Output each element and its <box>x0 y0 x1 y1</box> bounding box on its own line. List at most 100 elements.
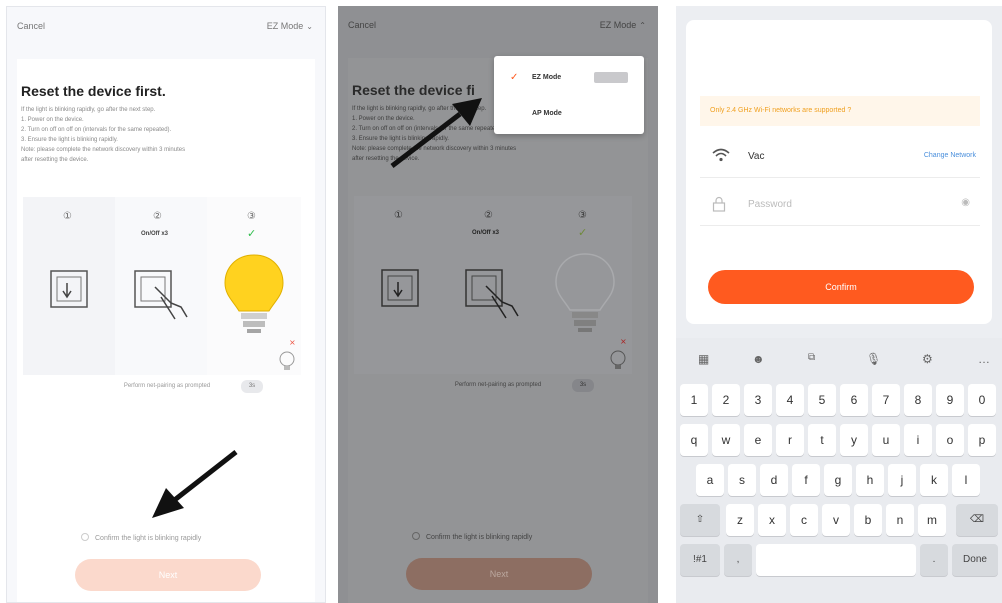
eye-icon[interactable]: ◉ <box>961 197 970 208</box>
more-icon[interactable]: … <box>978 352 990 366</box>
letter-key[interactable]: e <box>744 424 772 456</box>
cancel-button[interactable]: Cancel <box>348 20 376 30</box>
top-bar: Cancel EZ Mode ⌄ <box>7 7 325 47</box>
emoji-icon[interactable]: ☻ <box>752 352 765 366</box>
letter-key[interactable]: q <box>680 424 708 456</box>
confirm-checkbox-row[interactable]: Confirm the light is blinking rapidly <box>81 533 201 542</box>
chevron-up-icon: ⌃ <box>639 21 646 30</box>
letter-key[interactable]: l <box>952 464 980 496</box>
soft-keyboard: ▦ ☻ ⧉ 🎙 ⚙ … 1234567890 qwertyuiop asdfgh… <box>676 338 1002 603</box>
check-icon: ✓ <box>578 227 588 239</box>
number-key[interactable]: 8 <box>904 384 932 416</box>
mode-selector[interactable]: EZ Mode ⌃ <box>600 20 646 30</box>
letter-key[interactable]: w <box>712 424 740 456</box>
confirm-checkbox[interactable] <box>412 532 420 540</box>
number-key[interactable]: 0 <box>968 384 996 416</box>
instructions: If the light is blinking rapidly, go aft… <box>21 105 301 165</box>
number-key[interactable]: 1 <box>680 384 708 416</box>
confirm-checkbox[interactable] <box>81 533 89 541</box>
menu-item-ap-mode[interactable]: AP Mode <box>494 96 644 130</box>
next-button[interactable]: Next <box>75 559 261 591</box>
instruction-line: 2. Turn on off on off on (intervals for … <box>21 127 172 133</box>
power-icon: ① <box>63 211 72 222</box>
backspace-key[interactable]: ⌫ <box>956 504 998 536</box>
letter-key[interactable]: a <box>696 464 724 496</box>
letter-key[interactable]: z <box>726 504 754 536</box>
password-row[interactable]: Password ◉ <box>700 186 980 226</box>
letter-key[interactable]: o <box>936 424 964 456</box>
step-light-blinking: ③ ✓ × <box>538 196 632 374</box>
toggle-count-label: On/Off x3 <box>141 231 169 237</box>
shift-key[interactable]: ⇧ <box>680 504 720 536</box>
number-key[interactable]: 6 <box>840 384 868 416</box>
instruction-line: Note: please complete the network discov… <box>21 147 186 153</box>
change-network-link[interactable]: Change Network <box>924 152 976 159</box>
settings-icon[interactable]: ⚙ <box>922 352 933 366</box>
light-bulb-icon <box>224 254 284 333</box>
number-key[interactable]: 4 <box>776 384 804 416</box>
letter-key[interactable]: d <box>760 464 788 496</box>
help-button[interactable]: 3s <box>572 379 594 392</box>
instruction-line: after resetting the device. <box>21 157 89 163</box>
letter-key[interactable]: m <box>918 504 946 536</box>
confirm-button[interactable]: Confirm <box>708 270 974 304</box>
step-toggle-switch: ② On/Off x3 <box>446 196 538 374</box>
toggle-count-label: On/Off x3 <box>472 230 500 236</box>
screen-reset-device: Cancel EZ Mode ⌄ Reset the device first. … <box>6 6 326 603</box>
number-key[interactable]: 3 <box>744 384 772 416</box>
instruction-line: Note: please complete the network discov… <box>352 146 517 152</box>
letter-key[interactable]: x <box>758 504 786 536</box>
page-title: Reset the device fi <box>352 82 475 98</box>
letter-key[interactable]: u <box>872 424 900 456</box>
letter-key[interactable]: t <box>808 424 836 456</box>
letter-key[interactable]: i <box>904 424 932 456</box>
key-row-2: asdfghjkl <box>680 464 998 502</box>
power-icon: ③ <box>247 211 256 222</box>
chevron-down-icon: ⌄ <box>306 22 313 31</box>
letter-key[interactable]: f <box>792 464 820 496</box>
small-bulb-icon: × <box>279 338 296 370</box>
cancel-button[interactable]: Cancel <box>17 21 45 31</box>
next-button[interactable]: Next <box>406 558 592 590</box>
mode-selector[interactable]: EZ Mode ⌄ <box>267 21 313 31</box>
help-text: Perform net-pairing as prompted <box>454 382 542 388</box>
space-key[interactable] <box>756 544 916 576</box>
letter-key[interactable]: b <box>854 504 882 536</box>
letter-key[interactable]: k <box>920 464 948 496</box>
confirm-checkbox-row[interactable]: Confirm the light is blinking rapidly <box>412 532 532 541</box>
letter-key[interactable]: v <box>822 504 850 536</box>
number-key[interactable]: 7 <box>872 384 900 416</box>
grid-icon[interactable]: ▦ <box>698 352 709 366</box>
number-key[interactable]: 5 <box>808 384 836 416</box>
mode-dropdown-menu: ✓ EZ Mode AP Mode <box>494 56 644 134</box>
help-button[interactable]: 3s <box>241 380 263 393</box>
letter-key[interactable]: y <box>840 424 868 456</box>
letter-key[interactable]: j <box>888 464 916 496</box>
letter-key[interactable]: n <box>886 504 914 536</box>
comma-key[interactable]: , <box>724 544 752 576</box>
step-toggle-switch: ② On/Off x3 <box>115 197 207 375</box>
letter-key[interactable]: c <box>790 504 818 536</box>
gif-icon[interactable]: ⧉ <box>808 352 815 363</box>
mode-selector-label: EZ Mode <box>266 21 304 31</box>
wifi-ssid: Vac <box>748 151 765 162</box>
letter-key[interactable]: p <box>968 424 996 456</box>
letter-key[interactable]: r <box>776 424 804 456</box>
wall-switch-icon <box>381 269 419 307</box>
letter-key[interactable]: s <box>728 464 756 496</box>
letter-key[interactable]: h <box>856 464 884 496</box>
menu-item-ez-mode[interactable]: ✓ EZ Mode <box>494 60 644 94</box>
dot-key[interactable]: . <box>920 544 948 576</box>
password-input[interactable]: Password <box>748 199 792 210</box>
mic-icon[interactable]: 🎙 <box>866 352 881 366</box>
number-key[interactable]: 2 <box>712 384 740 416</box>
mode-selector-label: EZ Mode <box>599 20 637 30</box>
symbols-key[interactable]: !#1 <box>680 544 720 576</box>
small-bulb-icon: × <box>610 337 627 369</box>
number-key[interactable]: 9 <box>936 384 964 416</box>
done-key[interactable]: Done <box>952 544 998 576</box>
page-title: Reset the device first. <box>21 83 166 99</box>
instruction-line: If the light is blinking rapidly, go aft… <box>21 107 156 113</box>
keyboard-toolbar: ▦ ☻ ⧉ 🎙 ⚙ … <box>676 338 1002 382</box>
letter-key[interactable]: g <box>824 464 852 496</box>
